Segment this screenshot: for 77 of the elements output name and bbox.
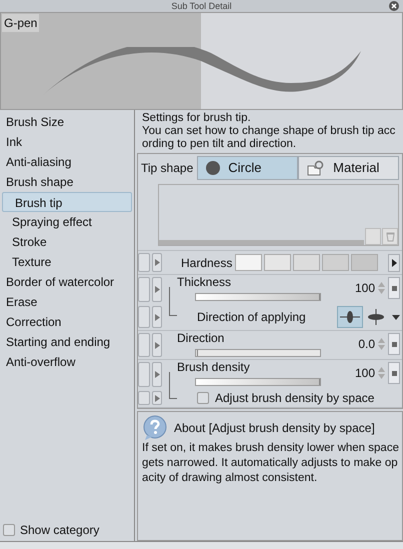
description-text: Settings for brush tip. You can set how to change shape of brush tip acc ording to pen tilt and direction. bbox=[141, 111, 396, 152]
square-icon bbox=[392, 286, 396, 290]
setting-label: Direction bbox=[177, 331, 226, 345]
sidebar-item[interactable]: Spraying effect bbox=[0, 212, 134, 232]
toggle-button[interactable] bbox=[138, 306, 150, 328]
sidebar-item[interactable]: Brush Size bbox=[0, 112, 134, 132]
sidebar-item[interactable]: Texture bbox=[0, 252, 134, 272]
toggle-button[interactable] bbox=[138, 277, 150, 302]
reset-button[interactable] bbox=[388, 362, 400, 384]
trash-icon bbox=[386, 231, 394, 242]
new-button[interactable] bbox=[365, 228, 381, 245]
reset-button[interactable] bbox=[388, 333, 400, 355]
hardness-swatch[interactable] bbox=[264, 254, 291, 271]
help-title: About [Adjust brush density by space] bbox=[174, 420, 375, 437]
triangle-icon bbox=[154, 259, 160, 266]
dropdown-icon[interactable] bbox=[392, 314, 400, 320]
brush-name: G-pen bbox=[2, 14, 40, 32]
toggle-button[interactable] bbox=[138, 362, 150, 387]
horizontal-blob-icon bbox=[340, 311, 360, 323]
sidebar-item[interactable]: Correction bbox=[0, 312, 134, 332]
setting-label: Hardness bbox=[181, 254, 231, 272]
reset-button[interactable] bbox=[388, 277, 400, 299]
help-text: If set on, it makes brush density lower when space gets narrowed. It automatically adjusts to make op acity of drawing almost consistent. bbox=[142, 441, 398, 486]
toggle-button[interactable] bbox=[138, 391, 150, 405]
value-text: 0.0 bbox=[358, 336, 375, 353]
close-icon[interactable] bbox=[389, 1, 399, 11]
triangle-icon bbox=[154, 371, 160, 378]
setting-label: Brush density bbox=[177, 360, 251, 374]
expand-button[interactable] bbox=[152, 253, 162, 272]
checkbox-label: Adjust brush density by space bbox=[215, 390, 374, 407]
tip-shape-label: Tip shape bbox=[141, 160, 194, 177]
question-bubble-icon bbox=[142, 415, 168, 441]
hardness-swatch[interactable] bbox=[293, 254, 320, 271]
checkbox[interactable] bbox=[3, 524, 15, 536]
checkbox[interactable] bbox=[197, 392, 209, 404]
expand-button[interactable] bbox=[152, 391, 162, 405]
toggle-button[interactable] bbox=[138, 253, 150, 272]
hardness-swatch[interactable] bbox=[351, 254, 378, 271]
next-button[interactable] bbox=[388, 254, 400, 272]
triangle-icon bbox=[392, 258, 396, 266]
sidebar-item[interactable]: Stroke bbox=[0, 232, 134, 252]
delete-button[interactable] bbox=[382, 228, 398, 245]
sidebar-item[interactable]: Border of watercolor bbox=[0, 272, 134, 292]
setting-label: Thickness bbox=[177, 275, 232, 289]
sidebar-item[interactable]: Erase bbox=[0, 292, 134, 312]
triangle-icon bbox=[154, 314, 160, 320]
sidebar-item[interactable]: Brush tip bbox=[2, 192, 132, 212]
setting-label: Direction of applying bbox=[197, 309, 307, 326]
triangle-icon bbox=[154, 286, 160, 293]
sidebar-item[interactable]: Starting and ending bbox=[0, 332, 134, 352]
value-text: 100 bbox=[354, 365, 375, 382]
expand-button[interactable] bbox=[152, 362, 162, 387]
triangle-icon bbox=[154, 394, 160, 402]
checkbox-label: Show category bbox=[20, 522, 100, 539]
folder-icon bbox=[307, 160, 326, 176]
hardness-swatch[interactable] bbox=[322, 254, 349, 271]
slider-track[interactable] bbox=[195, 349, 321, 357]
sidebar-item[interactable]: Brush shape bbox=[0, 172, 134, 192]
triangle-icon bbox=[154, 342, 160, 348]
square-icon bbox=[392, 370, 396, 376]
vertical-blob-icon bbox=[367, 309, 385, 325]
value-text: 100 bbox=[354, 280, 375, 297]
window-title: Sub Tool Detail bbox=[171, 1, 232, 11]
circle-icon bbox=[206, 161, 220, 175]
toggle-button[interactable] bbox=[138, 333, 150, 357]
expand-button[interactable] bbox=[152, 277, 162, 302]
tip-shape-tab[interactable]: Circle bbox=[197, 156, 298, 180]
sidebar-item[interactable]: Anti-aliasing bbox=[0, 152, 134, 172]
expand-button[interactable] bbox=[152, 333, 162, 357]
direction-option[interactable] bbox=[337, 306, 363, 328]
scrollbar[interactable] bbox=[159, 240, 364, 245]
hardness-swatch[interactable] bbox=[235, 254, 262, 271]
sidebar-item[interactable]: Anti-overflow bbox=[0, 352, 134, 372]
sidebar-item[interactable]: Ink bbox=[0, 132, 134, 152]
tip-shape-tab[interactable]: Material bbox=[298, 156, 400, 180]
square-icon bbox=[392, 342, 396, 346]
expand-button[interactable] bbox=[152, 306, 162, 328]
